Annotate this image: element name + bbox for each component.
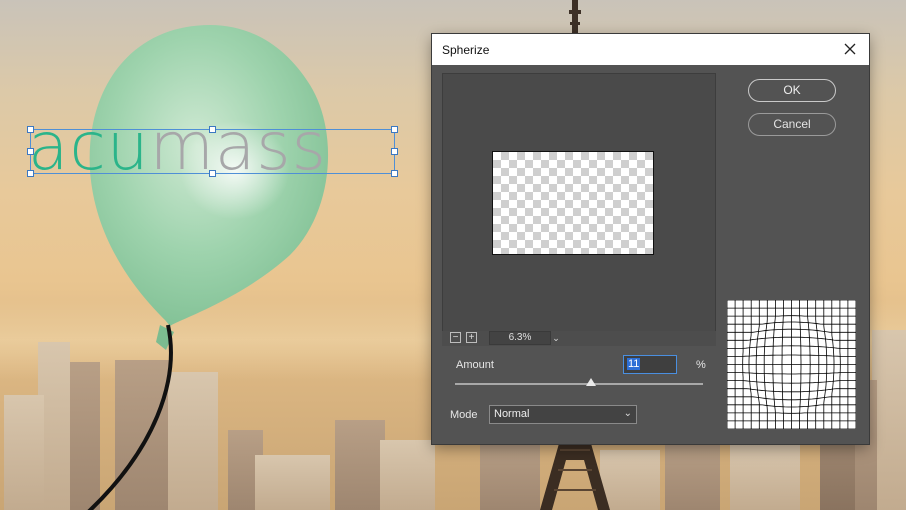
spherize-dialog: Spherize − + 6.3% ⌄ Amount 11 % Mode Nor… bbox=[432, 34, 869, 444]
filter-preview[interactable] bbox=[442, 73, 716, 346]
mode-label: Mode bbox=[450, 409, 478, 421]
transform-handle[interactable] bbox=[209, 126, 216, 133]
chevron-down-icon: ⌄ bbox=[623, 408, 632, 419]
building bbox=[730, 445, 800, 510]
amount-label: Amount bbox=[456, 359, 494, 371]
chevron-down-icon[interactable]: ⌄ bbox=[550, 331, 562, 345]
transform-handle[interactable] bbox=[27, 170, 34, 177]
amount-input[interactable]: 11 bbox=[623, 355, 677, 374]
building bbox=[872, 330, 906, 510]
preview-zoom-bar: − + 6.3% ⌄ bbox=[442, 331, 716, 346]
transform-handle[interactable] bbox=[391, 126, 398, 133]
transform-handle[interactable] bbox=[391, 170, 398, 177]
amount-unit: % bbox=[696, 359, 706, 371]
cancel-button[interactable]: Cancel bbox=[748, 113, 836, 136]
dialog-title: Spherize bbox=[442, 43, 490, 57]
close-icon[interactable] bbox=[839, 38, 861, 60]
balloon bbox=[87, 25, 329, 510]
transform-handle[interactable] bbox=[27, 126, 34, 133]
mode-select[interactable]: Normal ⌄ bbox=[489, 405, 637, 424]
mode-value: Normal bbox=[494, 408, 530, 420]
selection-box[interactable] bbox=[30, 129, 395, 174]
ok-button[interactable]: OK bbox=[748, 79, 836, 102]
dialog-titlebar[interactable]: Spherize bbox=[432, 34, 869, 65]
transform-handle[interactable] bbox=[209, 170, 216, 177]
distortion-grid-preview bbox=[727, 300, 856, 429]
building bbox=[4, 395, 44, 510]
tower-base bbox=[540, 440, 610, 510]
building bbox=[380, 440, 435, 510]
zoom-in-button[interactable]: + bbox=[466, 332, 477, 343]
transparency-preview bbox=[492, 151, 654, 255]
zoom-level[interactable]: 6.3% bbox=[489, 331, 551, 345]
amount-slider-track[interactable] bbox=[455, 383, 703, 385]
amount-slider-thumb[interactable] bbox=[586, 378, 597, 386]
building bbox=[665, 440, 720, 510]
transform-handle[interactable] bbox=[391, 148, 398, 155]
zoom-out-button[interactable]: − bbox=[450, 332, 461, 343]
transform-handle[interactable] bbox=[27, 148, 34, 155]
